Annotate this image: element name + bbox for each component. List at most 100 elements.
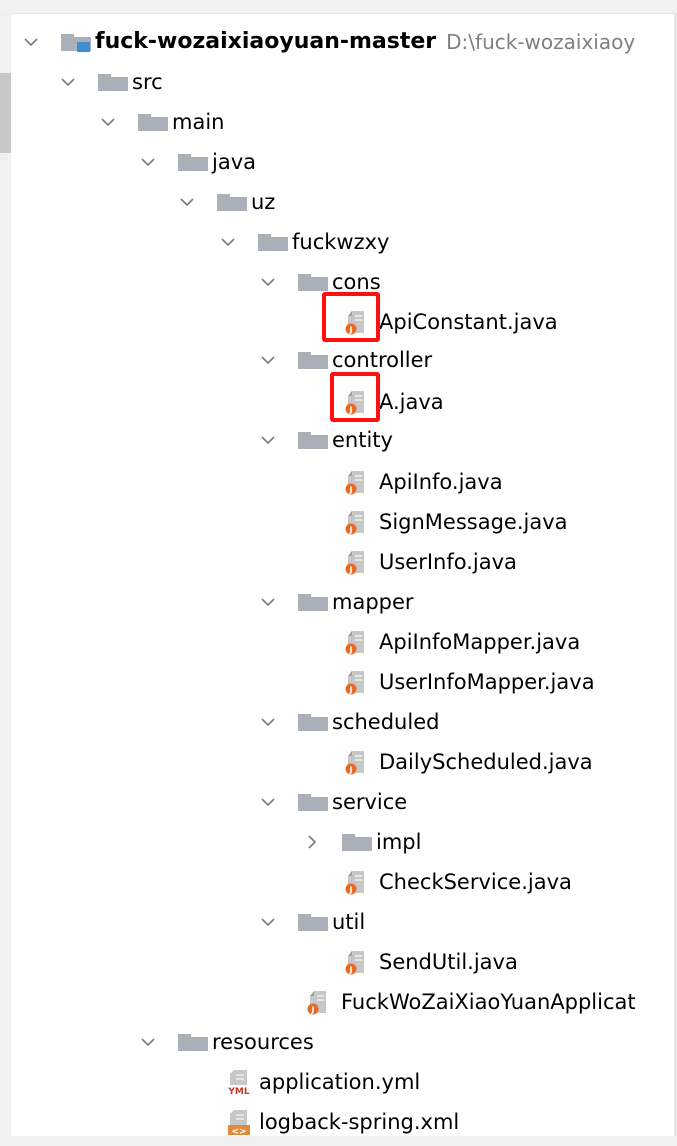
svg-text:J: J bbox=[349, 526, 353, 535]
tree-row-resources[interactable]: resources bbox=[137, 1022, 314, 1062]
tree-row-sendutil[interactable]: J SendUtil.java bbox=[343, 942, 518, 982]
highlight-box-a-java bbox=[330, 372, 380, 422]
tree-row-application-yml[interactable]: YML application.yml bbox=[225, 1062, 420, 1102]
java-file-icon: J bbox=[345, 471, 364, 495]
tree-row-util[interactable]: util bbox=[257, 902, 365, 942]
tree-row-uz[interactable]: uz bbox=[176, 182, 275, 222]
folder-icon bbox=[298, 273, 328, 291]
chevron-down-icon[interactable] bbox=[20, 22, 42, 62]
svg-text:J: J bbox=[311, 1006, 315, 1015]
java-file-icon: J bbox=[345, 951, 364, 975]
svg-text:J: J bbox=[349, 646, 353, 655]
module-folder-icon bbox=[61, 33, 91, 52]
chevron-down-icon[interactable] bbox=[217, 222, 239, 262]
chevron-down-icon[interactable] bbox=[257, 262, 279, 302]
folder-icon bbox=[258, 233, 288, 251]
tree-row-impl[interactable]: impl bbox=[301, 822, 421, 862]
tree-label: impl bbox=[376, 830, 422, 854]
tree-label: SendUtil.java bbox=[379, 950, 518, 974]
tree-label: main bbox=[172, 110, 225, 134]
tree-row-main[interactable]: main bbox=[97, 102, 224, 142]
tree-label: UserInfo.java bbox=[379, 550, 517, 574]
scrollbar-thumb[interactable] bbox=[0, 73, 11, 153]
tree-label: uz bbox=[251, 190, 276, 214]
svg-text:J: J bbox=[349, 766, 353, 775]
folder-icon bbox=[298, 431, 328, 449]
tree-row-entity[interactable]: entity bbox=[257, 420, 393, 460]
tree-label: service bbox=[332, 790, 408, 814]
project-name: fuck-wozaixiaoyuan-master bbox=[95, 29, 437, 54]
tree-row-service[interactable]: service bbox=[257, 782, 407, 822]
project-path: D:\fuck-wozaixiaoy bbox=[446, 30, 636, 54]
folder-icon bbox=[298, 713, 328, 731]
yml-file-icon: YML bbox=[226, 1070, 252, 1096]
tree-row-logback-xml[interactable]: <> logback-spring.xml bbox=[225, 1102, 459, 1142]
tree-label: mapper bbox=[332, 590, 414, 614]
tree-label: entity bbox=[332, 428, 393, 452]
tree-label: util bbox=[332, 910, 366, 934]
tree-row-src[interactable]: src bbox=[57, 62, 163, 102]
svg-text:J: J bbox=[349, 686, 353, 695]
left-scrollbar[interactable] bbox=[0, 13, 11, 1146]
xml-file-icon: <> bbox=[228, 1110, 250, 1136]
java-file-icon: J bbox=[345, 511, 364, 535]
tree-row-userinfo[interactable]: J UserInfo.java bbox=[343, 542, 517, 582]
folder-icon bbox=[298, 351, 328, 369]
tree-row-signmessage[interactable]: J SignMessage.java bbox=[343, 502, 568, 542]
tree-row-project-root[interactable]: fuck-wozaixiaoyuan-master D:\fuck-wozaix… bbox=[20, 22, 635, 62]
folder-icon bbox=[178, 1033, 208, 1051]
chevron-down-icon[interactable] bbox=[257, 902, 279, 942]
folder-icon bbox=[298, 913, 328, 931]
tree-label: scheduled bbox=[332, 710, 440, 734]
svg-text:J: J bbox=[349, 966, 353, 975]
chevron-down-icon[interactable] bbox=[257, 582, 279, 622]
chevron-right-icon[interactable] bbox=[301, 822, 323, 862]
top-toolbar-strip bbox=[0, 0, 677, 14]
yml-badge-text: YML bbox=[227, 1087, 249, 1096]
highlight-box-apiconstant bbox=[322, 292, 380, 342]
tree-row-checkservice[interactable]: J CheckService.java bbox=[343, 862, 572, 902]
tree-label: logback-spring.xml bbox=[259, 1110, 460, 1134]
tree-label: ApiInfo.java bbox=[379, 470, 503, 494]
folder-icon bbox=[298, 593, 328, 611]
tree-label: application.yml bbox=[259, 1070, 421, 1094]
java-file-icon: J bbox=[345, 671, 364, 695]
chevron-down-icon[interactable] bbox=[257, 782, 279, 822]
tree-label: ApiInfoMapper.java bbox=[379, 630, 581, 654]
tree-row-mapper[interactable]: mapper bbox=[257, 582, 414, 622]
tree-label: FuckWoZaiXiaoYuanApplicat bbox=[341, 990, 636, 1014]
tree-row-application-class[interactable]: J FuckWoZaiXiaoYuanApplicat bbox=[305, 982, 636, 1022]
tree-row-dailyscheduled[interactable]: J DailyScheduled.java bbox=[343, 742, 593, 782]
svg-text:J: J bbox=[349, 886, 353, 895]
java-file-icon: J bbox=[345, 551, 364, 575]
tree-row-java[interactable]: java bbox=[137, 142, 256, 182]
chevron-down-icon[interactable] bbox=[257, 702, 279, 742]
folder-icon bbox=[298, 793, 328, 811]
tree-label: DailyScheduled.java bbox=[379, 750, 593, 774]
chevron-down-icon[interactable] bbox=[176, 182, 198, 222]
tree-label: UserInfoMapper.java bbox=[379, 670, 595, 694]
svg-text:J: J bbox=[349, 486, 353, 495]
tree-label: CheckService.java bbox=[379, 870, 572, 894]
tree-row-fuckwzxy[interactable]: fuckwzxy bbox=[217, 222, 389, 262]
tree-row-apiinfomapper[interactable]: J ApiInfoMapper.java bbox=[343, 622, 580, 662]
chevron-down-icon[interactable] bbox=[257, 340, 279, 380]
tree-label: ApiConstant.java bbox=[379, 310, 558, 334]
chevron-down-icon[interactable] bbox=[257, 420, 279, 460]
tree-label: SignMessage.java bbox=[379, 510, 568, 534]
xml-badge-text: <> bbox=[231, 1127, 246, 1136]
chevron-down-icon[interactable] bbox=[137, 1022, 159, 1062]
chevron-down-icon[interactable] bbox=[97, 102, 119, 142]
tree-row-scheduled[interactable]: scheduled bbox=[257, 702, 439, 742]
chevron-down-icon[interactable] bbox=[137, 142, 159, 182]
tree-label: fuckwzxy bbox=[292, 230, 390, 254]
java-file-icon: J bbox=[345, 871, 364, 895]
tree-label: src bbox=[132, 70, 163, 94]
tree-row-apiinfo[interactable]: J ApiInfo.java bbox=[343, 462, 503, 502]
chevron-down-icon[interactable] bbox=[57, 62, 79, 102]
java-file-icon: J bbox=[345, 631, 364, 655]
tree-label: A.java bbox=[379, 390, 444, 414]
svg-text:J: J bbox=[349, 566, 353, 575]
folder-icon bbox=[138, 113, 168, 131]
tree-row-userinfomapper[interactable]: J UserInfoMapper.java bbox=[343, 662, 595, 702]
